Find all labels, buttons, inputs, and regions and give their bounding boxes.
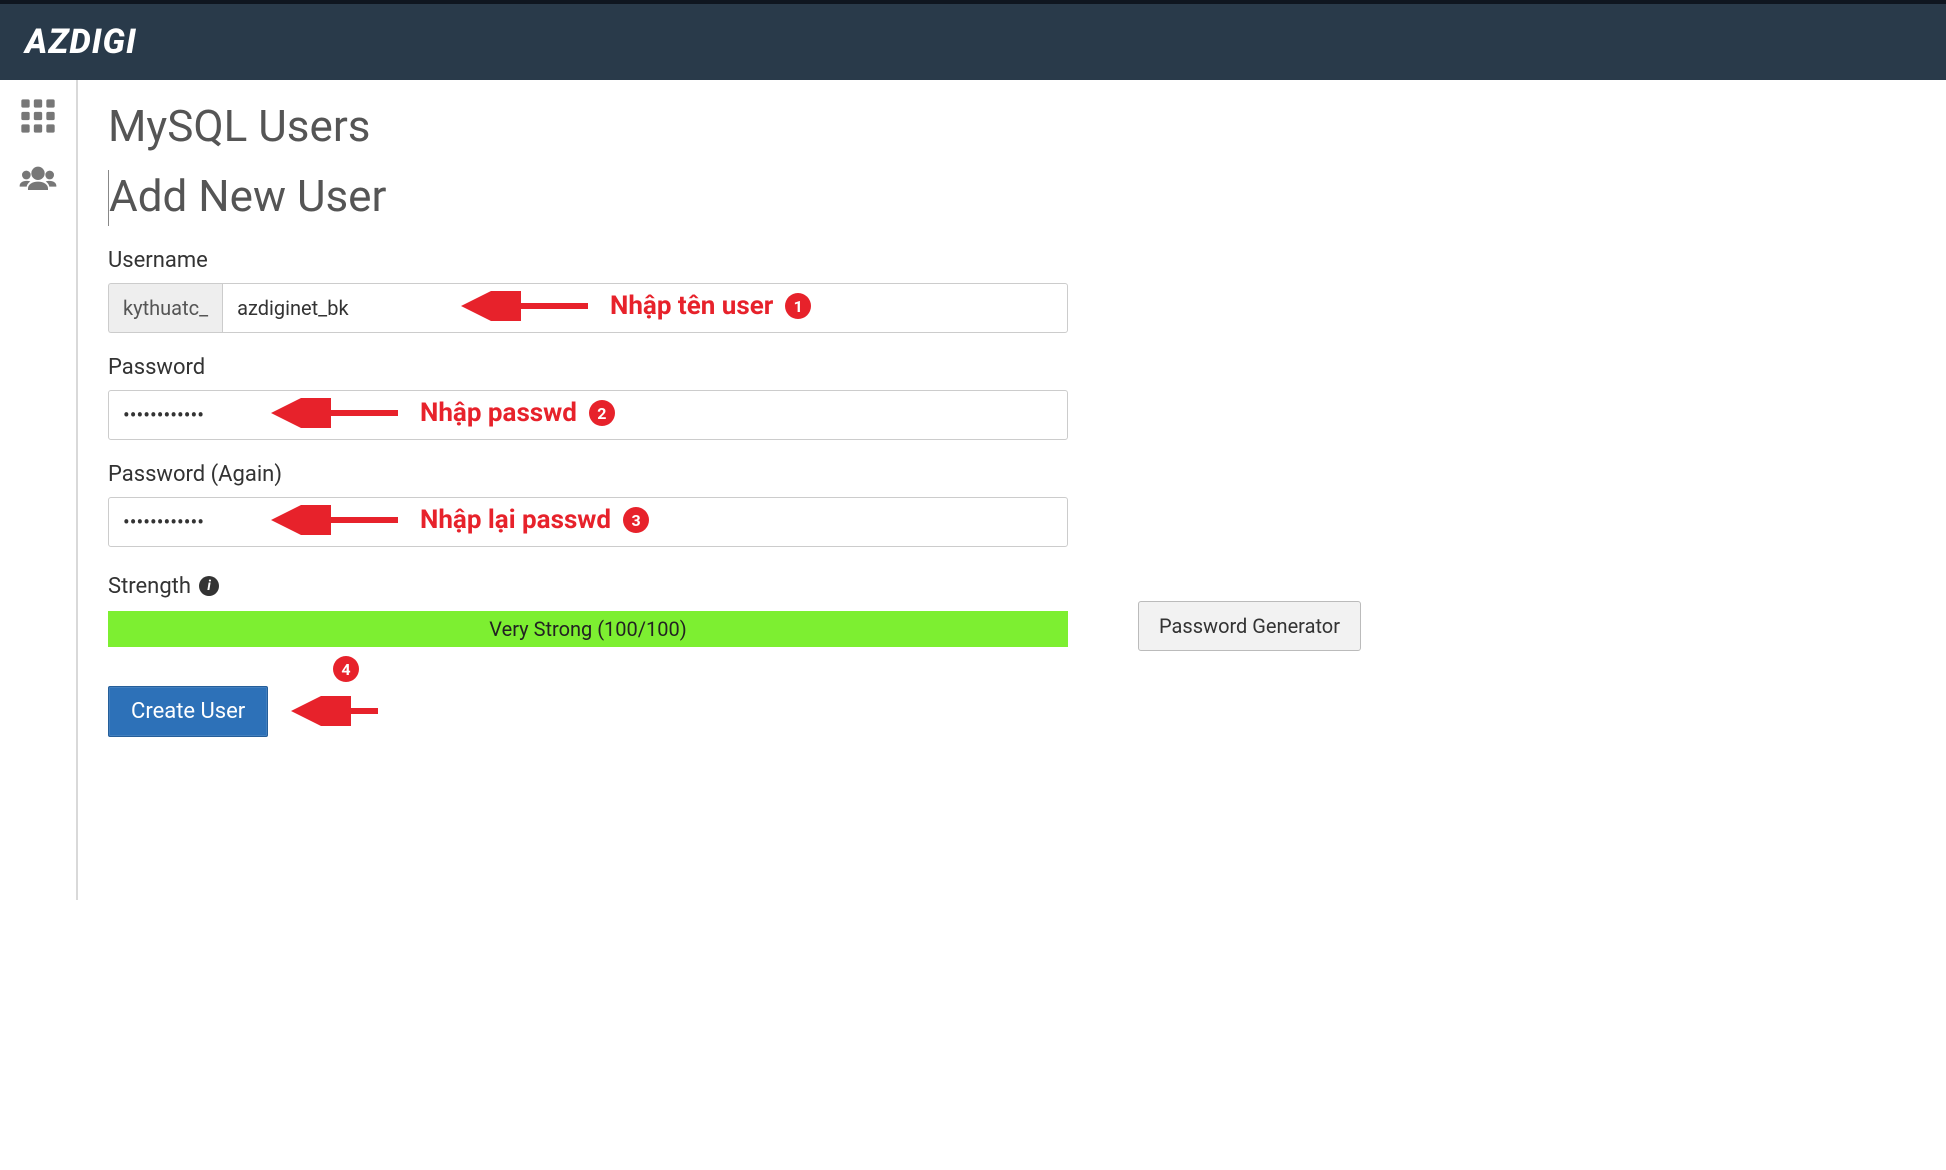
create-user-button[interactable]: Create User	[108, 686, 268, 737]
grid-apps-icon[interactable]	[14, 98, 62, 134]
subsection-heading: Add New User	[108, 170, 1916, 226]
users-icon[interactable]	[14, 162, 62, 198]
username-input-row: kythuatc_ Nhập tên user 1	[108, 283, 1068, 333]
password-input[interactable]	[108, 390, 1068, 440]
password-generator-button[interactable]: Password Generator	[1138, 601, 1361, 651]
section-heading: MySQL Users	[108, 100, 1916, 152]
username-group: Username kythuatc_ Nhập tên user 1	[108, 248, 1916, 333]
strength-block: Strength i Very Strong (100/100)	[108, 574, 1068, 647]
header-bar: AZDIGI	[0, 0, 1946, 80]
create-user-row: 4 Create User	[108, 651, 1916, 737]
password-again-group: Password (Again) Nhập lại passwd 3	[108, 462, 1916, 547]
password-input-row: Nhập passwd 2	[108, 390, 1068, 440]
sidebar	[0, 80, 78, 900]
password-again-label: Password (Again)	[108, 462, 1916, 487]
main-content: MySQL Users Add New User Username kythua…	[78, 80, 1946, 900]
password-label: Password	[108, 355, 1916, 380]
brand-logo: AZDIGI	[25, 22, 137, 62]
info-icon[interactable]: i	[199, 576, 219, 596]
strength-label: Strength i	[108, 574, 1068, 599]
strength-row: Strength i Very Strong (100/100) Passwor…	[108, 569, 1916, 651]
strength-bar: Very Strong (100/100)	[108, 611, 1068, 647]
username-input[interactable]	[222, 283, 1068, 333]
username-prefix: kythuatc_	[108, 283, 222, 333]
main-layout: MySQL Users Add New User Username kythua…	[0, 80, 1946, 900]
arrow-left-icon	[288, 696, 388, 726]
password-group: Password Nhập passwd 2	[108, 355, 1916, 440]
password-again-input-row: Nhập lại passwd 3	[108, 497, 1068, 547]
password-again-input[interactable]	[108, 497, 1068, 547]
username-label: Username	[108, 248, 1916, 273]
annotation-4	[288, 696, 388, 726]
strength-label-text: Strength	[108, 574, 191, 599]
annotation-badge-4: 4	[333, 656, 359, 682]
